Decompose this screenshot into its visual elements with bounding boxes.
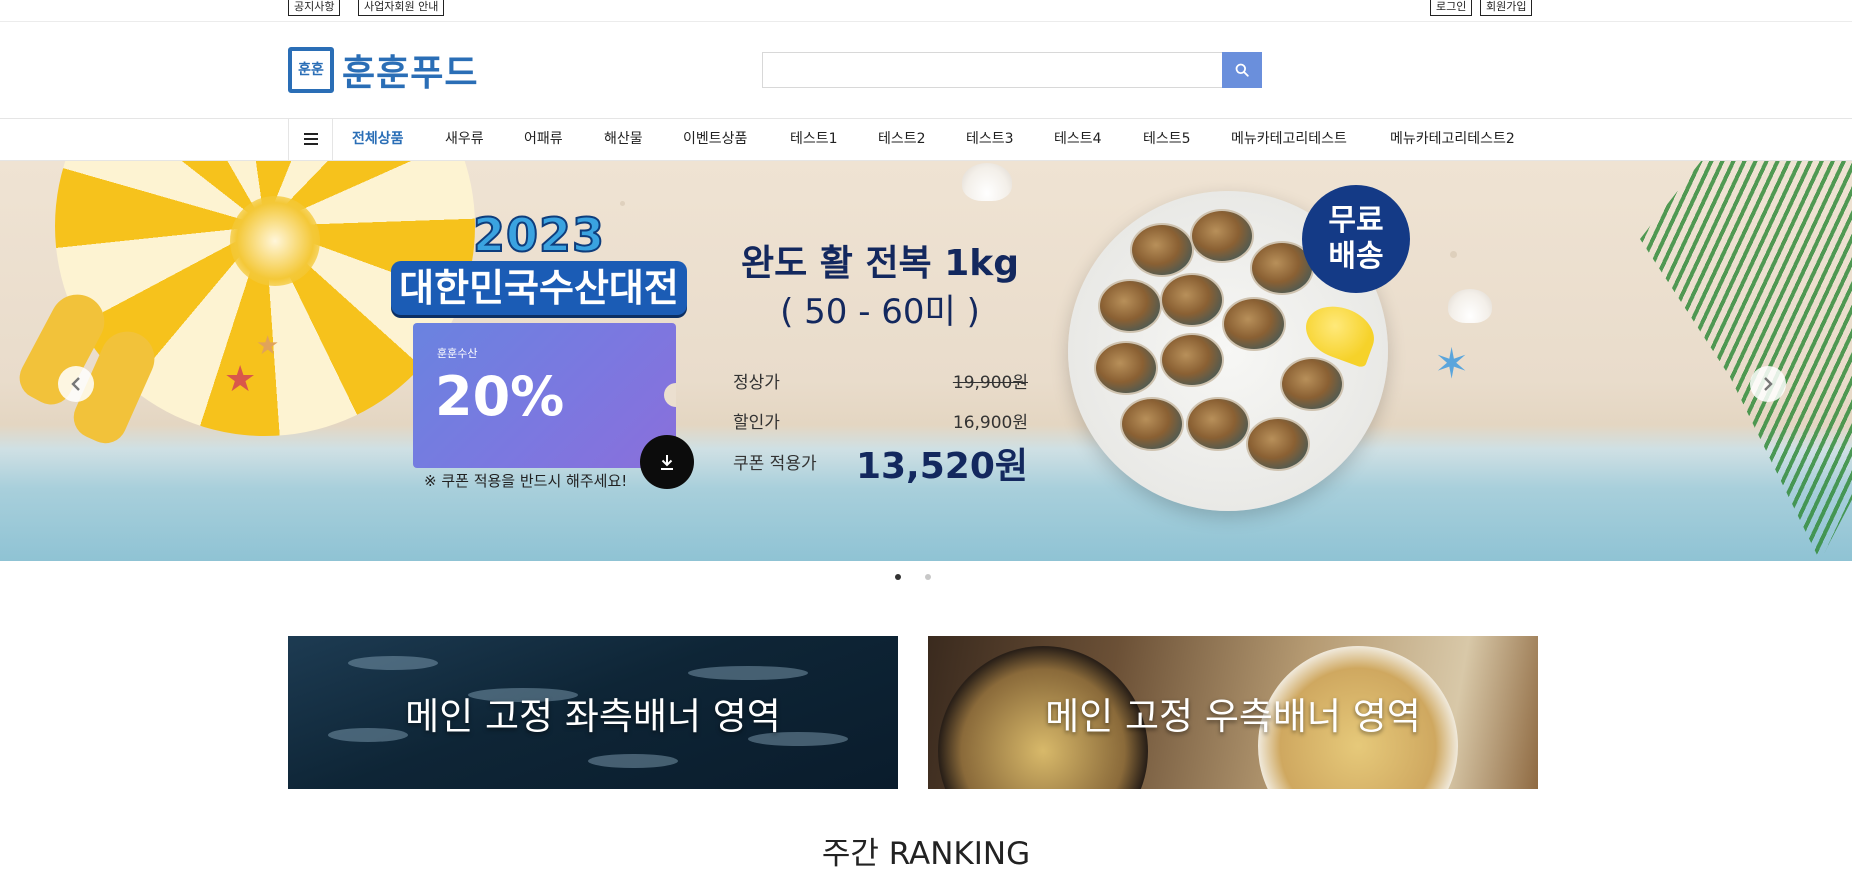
coupon-notch	[664, 383, 676, 407]
product-count: ( 50 - 60미 )	[780, 292, 980, 332]
abalone-image	[1098, 279, 1162, 333]
search-box	[762, 52, 1262, 88]
signup-link[interactable]: 회원가입	[1480, 0, 1533, 16]
abalone-image	[1094, 341, 1158, 395]
abalone-image	[1222, 297, 1286, 351]
slider-pagination	[0, 571, 1852, 585]
nav-item-test4[interactable]: 테스트4	[1054, 119, 1102, 160]
free-shipping-line1: 무료	[1328, 203, 1384, 238]
coupon-price-row: 쿠폰 적용가 13,520원	[733, 437, 1028, 487]
logo-mark-icon: 훈훈	[288, 47, 334, 93]
notice-link[interactable]: 공지사항	[288, 0, 341, 16]
slide-dot-1[interactable]	[895, 574, 901, 580]
coupon-brand: 훈훈수산	[437, 347, 478, 360]
nav-item-event[interactable]: 이벤트상품	[683, 119, 747, 160]
chevron-right-icon	[1764, 377, 1773, 391]
event-year: 2023	[472, 208, 606, 262]
abalone-image	[1160, 273, 1224, 327]
slide-dot-2[interactable]	[925, 574, 931, 580]
search-button[interactable]	[1222, 52, 1262, 88]
coupon-note: ※ 쿠폰 적용을 반드시 해주세요!	[424, 472, 628, 490]
product-name: 완도 활 전복 1kg	[741, 243, 1019, 284]
chevron-left-icon	[71, 377, 80, 391]
regular-price-value: 19,900원	[952, 373, 1028, 393]
category-menu-button[interactable]	[288, 118, 333, 161]
site-logo[interactable]: 훈훈 훈훈푸드	[288, 47, 479, 94]
hero-slider: ★ ★ ✶ 2023 대한민국수산대전 훈훈수산 20% ※ 쿠폰 적용을 반드…	[0, 161, 1852, 561]
sale-price-label: 할인가	[733, 413, 780, 433]
abalone-image	[1120, 397, 1184, 451]
site-header: 훈훈 훈훈푸드	[0, 22, 1852, 118]
fish-image	[328, 728, 408, 742]
sand-speck	[1450, 251, 1457, 258]
nav-item-seafood[interactable]: 해산물	[604, 119, 643, 160]
starfish-icon: ★	[224, 359, 257, 400]
abalone-image	[1246, 417, 1310, 471]
right-banner-text: 메인 고정 우측배너 영역	[1045, 694, 1421, 738]
abalone-image	[1190, 209, 1254, 263]
next-slide-button[interactable]	[1750, 366, 1786, 402]
hamburger-icon	[303, 133, 318, 145]
event-badge: 2023 대한민국수산대전	[388, 208, 690, 319]
left-banner-text: 메인 고정 좌측배너 영역	[405, 694, 781, 738]
shell-image	[962, 163, 1012, 201]
event-title: 대한민국수산대전	[391, 261, 687, 315]
main-right-banner[interactable]: 메인 고정 우측배너 영역	[928, 636, 1538, 789]
palm-leaf-image	[1640, 161, 1852, 561]
coupon-download-button[interactable]	[640, 435, 694, 489]
nav-item-test2[interactable]: 테스트2	[878, 119, 926, 160]
coupon-price-value: 13,520원	[855, 446, 1028, 487]
coupon-price-label: 쿠폰 적용가	[733, 454, 817, 474]
regular-price-label: 정상가	[733, 373, 780, 393]
business-member-guide-link[interactable]: 사업자회원 안내	[358, 0, 445, 16]
search-icon	[1235, 63, 1249, 77]
nav-item-test5[interactable]: 테스트5	[1143, 119, 1191, 160]
starfish-icon: ✶	[1434, 339, 1470, 388]
abalone-image	[1160, 333, 1224, 387]
free-shipping-badge: 무료 배송	[1302, 185, 1410, 293]
regular-price-row: 정상가 19,900원	[733, 368, 1028, 393]
weekly-ranking-title: 주간 RANKING	[821, 836, 1031, 872]
main-nav: 전체상품 새우류 어패류 해산물 이벤트상품 테스트1 테스트2 테스트3 테스…	[0, 118, 1852, 161]
prev-slide-button[interactable]	[58, 366, 94, 402]
coupon-percent: 20%	[435, 365, 565, 428]
fish-image	[348, 656, 438, 670]
shell-image	[1448, 289, 1492, 323]
nav-item-shrimp[interactable]: 새우류	[445, 119, 484, 160]
utility-bar: 공지사항 사업자회원 안내 로그인 회원가입	[0, 0, 1852, 22]
nav-item-test3[interactable]: 테스트3	[966, 119, 1014, 160]
nav-item-all-products[interactable]: 전체상품	[352, 119, 404, 160]
fish-image	[588, 754, 678, 768]
free-shipping-line2: 배송	[1328, 239, 1384, 274]
sand-speck	[620, 201, 625, 206]
fish-image	[688, 666, 808, 680]
abalone-image	[1280, 357, 1344, 411]
nav-item-test1[interactable]: 테스트1	[790, 119, 838, 160]
main-left-banner[interactable]: 메인 고정 좌측배너 영역	[288, 636, 898, 789]
download-icon	[661, 455, 673, 470]
sale-price-value: 16,900원	[952, 413, 1028, 433]
nav-item-shellfish[interactable]: 어패류	[524, 119, 563, 160]
nav-item-menu-category-test[interactable]: 메뉴카테고리테스트	[1231, 119, 1347, 160]
search-input[interactable]	[763, 53, 1222, 87]
umbrella-center	[230, 196, 320, 286]
nav-item-menu-category-test2[interactable]: 메뉴카테고리테스트2	[1390, 119, 1515, 160]
abalone-image	[1130, 223, 1194, 277]
coupon-card[interactable]: 훈훈수산 20%	[413, 323, 676, 468]
logo-text: 훈훈푸드	[342, 53, 479, 94]
starfish-icon: ★	[256, 331, 280, 361]
login-link[interactable]: 로그인	[1430, 0, 1473, 16]
sale-price-row: 할인가 16,900원	[733, 408, 1028, 433]
abalone-image	[1186, 397, 1250, 451]
